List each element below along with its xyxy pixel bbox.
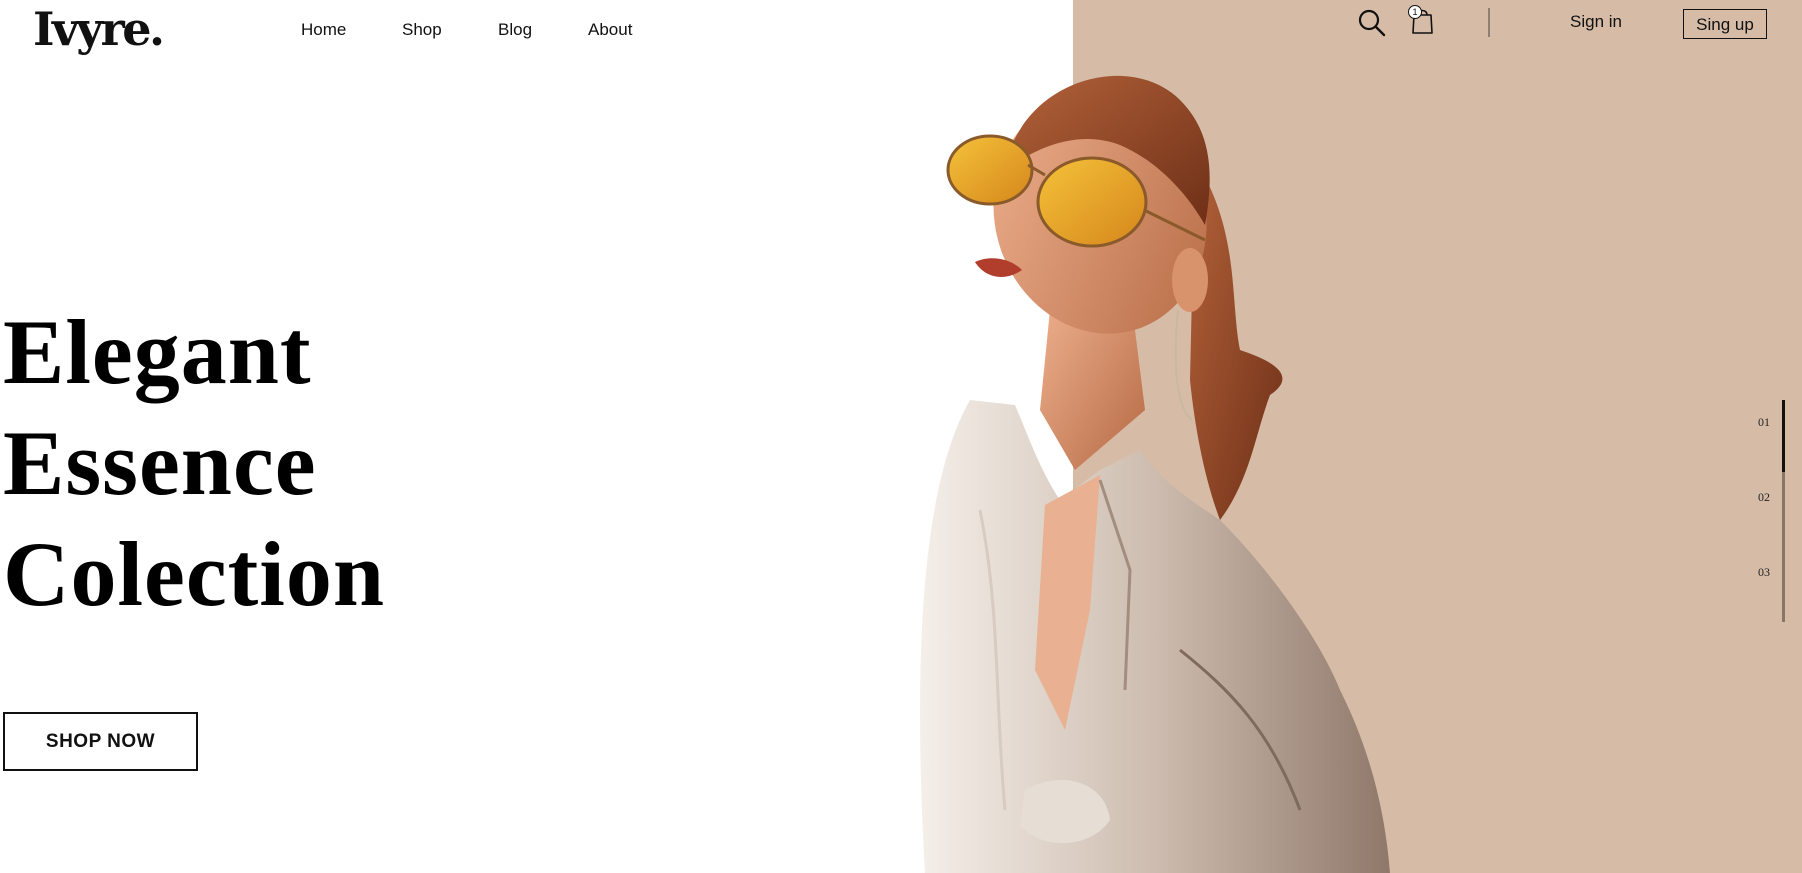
hero-title: Elegant Essence Colection (3, 297, 385, 630)
hero-title-line: Elegant (3, 301, 312, 403)
nav-blog[interactable]: Blog (498, 20, 532, 40)
hero-title-line: Essence (3, 412, 317, 514)
slide-number-2[interactable]: 02 (1758, 490, 1770, 505)
shop-now-button[interactable]: SHOP NOW (3, 712, 198, 771)
nav-home[interactable]: Home (301, 20, 346, 40)
slide-number-1[interactable]: 01 (1758, 415, 1770, 430)
cart-count-badge: 1 (1408, 5, 1422, 19)
slide-track[interactable] (1782, 472, 1785, 547)
nav-about[interactable]: About (588, 20, 632, 40)
search-icon[interactable] (1357, 8, 1387, 38)
header-divider (1488, 8, 1490, 37)
slide-track-active[interactable] (1782, 400, 1785, 472)
hero-model-image (920, 75, 1390, 873)
slide-number-3[interactable]: 03 (1758, 565, 1770, 580)
slide-track[interactable] (1782, 547, 1785, 622)
nav-shop[interactable]: Shop (402, 20, 442, 40)
brand-logo[interactable]: Ivyre. (33, 2, 165, 57)
sign-in-link[interactable]: Sign in (1570, 12, 1622, 32)
hero-title-line: Colection (3, 523, 386, 625)
sign-up-button[interactable]: Sing up (1683, 9, 1767, 39)
